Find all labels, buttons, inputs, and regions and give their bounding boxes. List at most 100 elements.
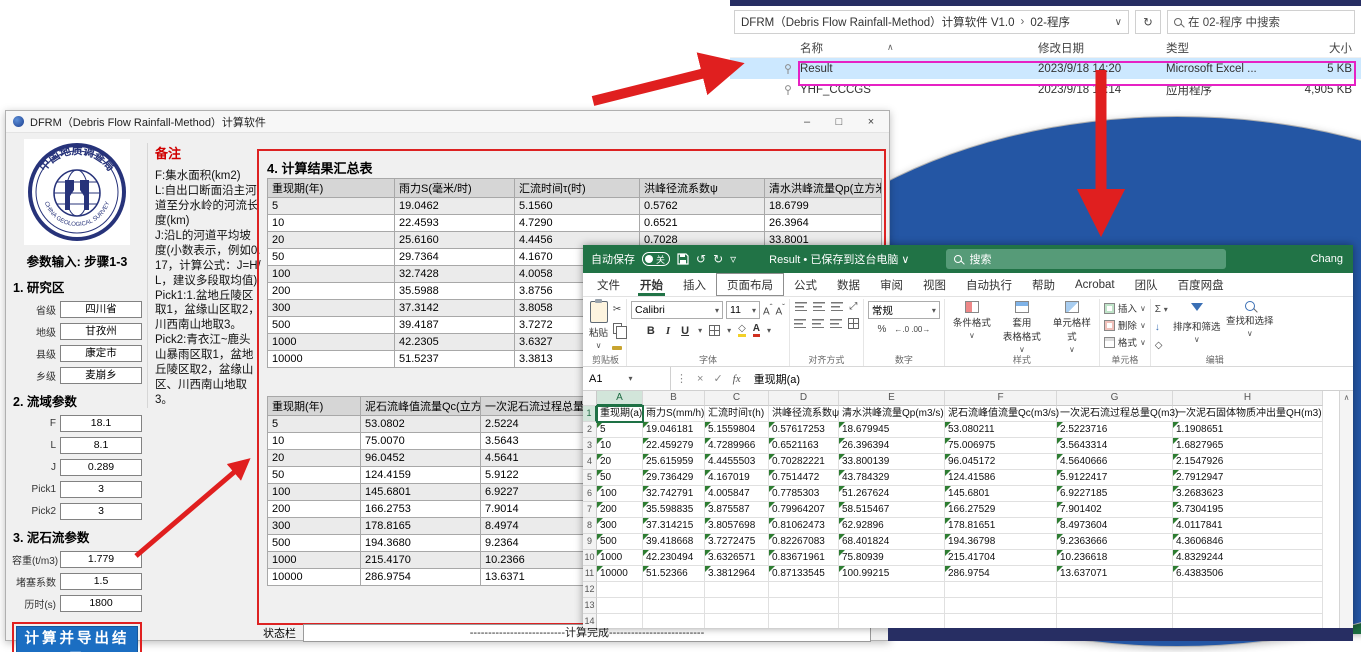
cell-H7[interactable]: 3.7304195 (1173, 502, 1323, 518)
cell-B3[interactable]: 22.459279 (643, 438, 705, 454)
cell-H1[interactable]: 一次泥石固体物质冲出量QH(m3) (1173, 406, 1323, 422)
empty-cell[interactable] (597, 582, 643, 598)
column-header-date[interactable]: 修改日期 (1038, 40, 1166, 56)
cell-A2[interactable]: 5 (597, 422, 643, 438)
row-number[interactable]: 8 (583, 518, 597, 534)
paste-button[interactable]: 粘贴 ∨ (589, 301, 608, 353)
cell-D10[interactable]: 0.83671961 (769, 550, 839, 566)
empty-cell[interactable] (945, 614, 1057, 628)
cell-E5[interactable]: 43.784329 (839, 470, 945, 486)
breadcrumb-current[interactable]: 02-程序 (1030, 14, 1070, 30)
cell-B10[interactable]: 42.230494 (643, 550, 705, 566)
cell-C2[interactable]: 5.1559804 (705, 422, 769, 438)
ribbon-tab-自动执行[interactable]: 自动执行 (956, 273, 1022, 296)
省级-input[interactable]: 四川省 (60, 301, 142, 318)
empty-cell[interactable] (839, 614, 945, 628)
column-header-H[interactable]: H (1173, 391, 1323, 406)
cell-H10[interactable]: 4.8329244 (1173, 550, 1323, 566)
align-left-icon[interactable] (794, 319, 806, 328)
align-center-icon[interactable] (812, 319, 824, 328)
editing-button-1[interactable]: 查找和选择∨ (1225, 301, 1275, 338)
empty-cell[interactable] (597, 598, 643, 614)
Pick1-input[interactable]: 3 (60, 481, 142, 498)
row-number[interactable]: 14 (583, 614, 597, 628)
borders-icon[interactable] (709, 325, 720, 336)
toolbar-more-icon[interactable]: ▿ (730, 252, 736, 266)
align-right-icon[interactable] (830, 319, 842, 328)
cell-H4[interactable]: 2.1547926 (1173, 454, 1323, 470)
format-painter-icon[interactable] (612, 346, 622, 350)
formula-value[interactable]: 重现期(a) (746, 371, 800, 387)
italic-button[interactable]: I (664, 325, 672, 337)
cell-D7[interactable]: 0.79964207 (769, 502, 839, 518)
bold-button[interactable]: B (645, 325, 657, 337)
cell-H8[interactable]: 4.0117841 (1173, 518, 1323, 534)
row-number[interactable]: 13 (583, 598, 597, 614)
cell-F5[interactable]: 124.41586 (945, 470, 1057, 486)
cells-button-0[interactable]: 插入∨ (1104, 301, 1146, 315)
cell-F1[interactable]: 泥石流峰值流量Qc(m3/s) (945, 406, 1057, 422)
cell-B7[interactable]: 35.598835 (643, 502, 705, 518)
cell-D3[interactable]: 0.6521163 (769, 438, 839, 454)
styles-button-0[interactable]: 条件格式∨ (949, 301, 995, 353)
column-header-B[interactable]: B (643, 391, 705, 406)
cell-G5[interactable]: 5.9122417 (1057, 470, 1173, 486)
Pick2-input[interactable]: 3 (60, 503, 142, 520)
user-name[interactable]: Chang (1311, 253, 1343, 265)
L-input[interactable]: 8.1 (60, 437, 142, 454)
cell-D5[interactable]: 0.7514472 (769, 470, 839, 486)
容重(t/m3)-input[interactable]: 1.779 (60, 551, 142, 568)
cell-D11[interactable]: 0.87133545 (769, 566, 839, 582)
minimize-button[interactable]: – (791, 112, 823, 132)
cells-button-2[interactable]: 格式∨ (1104, 335, 1146, 349)
cell-B11[interactable]: 51.52366 (643, 566, 705, 582)
cell-E7[interactable]: 58.515467 (839, 502, 945, 518)
empty-cell[interactable] (769, 598, 839, 614)
ribbon-tab-团队[interactable]: 团队 (1125, 273, 1168, 296)
styles-button-1[interactable]: 套用 表格格式∨ (999, 301, 1045, 353)
font-name-select[interactable]: Calibri ▾ (631, 301, 723, 319)
cell-D4[interactable]: 0.70282221 (769, 454, 839, 470)
chevron-down-icon[interactable]: ∨ (1115, 17, 1122, 28)
cell-A7[interactable]: 200 (597, 502, 643, 518)
cell-A1[interactable]: 重现期(a) (597, 406, 643, 422)
cell-H9[interactable]: 4.3606846 (1173, 534, 1323, 550)
cell-G9[interactable]: 9.2363666 (1057, 534, 1173, 550)
font-color-icon[interactable]: A (753, 324, 760, 337)
cell-E2[interactable]: 18.679945 (839, 422, 945, 438)
cell-A6[interactable]: 100 (597, 486, 643, 502)
formula-cancel-icon[interactable]: × (692, 373, 708, 385)
column-header-C[interactable]: C (705, 391, 769, 406)
cell-B4[interactable]: 25.615959 (643, 454, 705, 470)
empty-cell[interactable] (839, 582, 945, 598)
clear-icon[interactable]: ◇ (1155, 340, 1163, 351)
cell-D8[interactable]: 0.81062473 (769, 518, 839, 534)
cell-F10[interactable]: 215.41704 (945, 550, 1057, 566)
merge-center-icon[interactable] (848, 318, 859, 329)
name-box[interactable]: A1 ▾ (583, 367, 671, 390)
column-header-F[interactable]: F (945, 391, 1057, 406)
cell-G10[interactable]: 10.236618 (1057, 550, 1173, 566)
row-number[interactable]: 1 (583, 406, 597, 422)
empty-cell[interactable] (705, 614, 769, 628)
maximize-button[interactable]: □ (823, 112, 855, 132)
cell-F6[interactable]: 145.6801 (945, 486, 1057, 502)
copy-icon[interactable] (613, 323, 622, 334)
refresh-button[interactable]: ↻ (1135, 10, 1161, 34)
column-header-size[interactable]: 大小 (1294, 40, 1352, 56)
align-top-icon[interactable] (795, 302, 807, 311)
cell-C5[interactable]: 4.167019 (705, 470, 769, 486)
column-header-A[interactable]: A (597, 391, 643, 406)
cell-H3[interactable]: 1.6827965 (1173, 438, 1323, 454)
breadcrumb-path[interactable]: DFRM（Debris Flow Rainfall-Method）计算软件 V1… (741, 14, 1015, 30)
number-format-select[interactable]: 常规 ▾ (868, 301, 940, 319)
empty-cell[interactable] (643, 598, 705, 614)
cell-C6[interactable]: 4.005847 (705, 486, 769, 502)
cell-C11[interactable]: 3.3812964 (705, 566, 769, 582)
堵塞系数-input[interactable]: 1.5 (60, 573, 142, 590)
row-number[interactable]: 11 (583, 566, 597, 582)
row-number[interactable]: 7 (583, 502, 597, 518)
cell-C8[interactable]: 3.8057698 (705, 518, 769, 534)
file-row[interactable]: XResult2023/9/18 14:20Microsoft Excel ..… (730, 58, 1361, 79)
empty-cell[interactable] (597, 614, 643, 628)
